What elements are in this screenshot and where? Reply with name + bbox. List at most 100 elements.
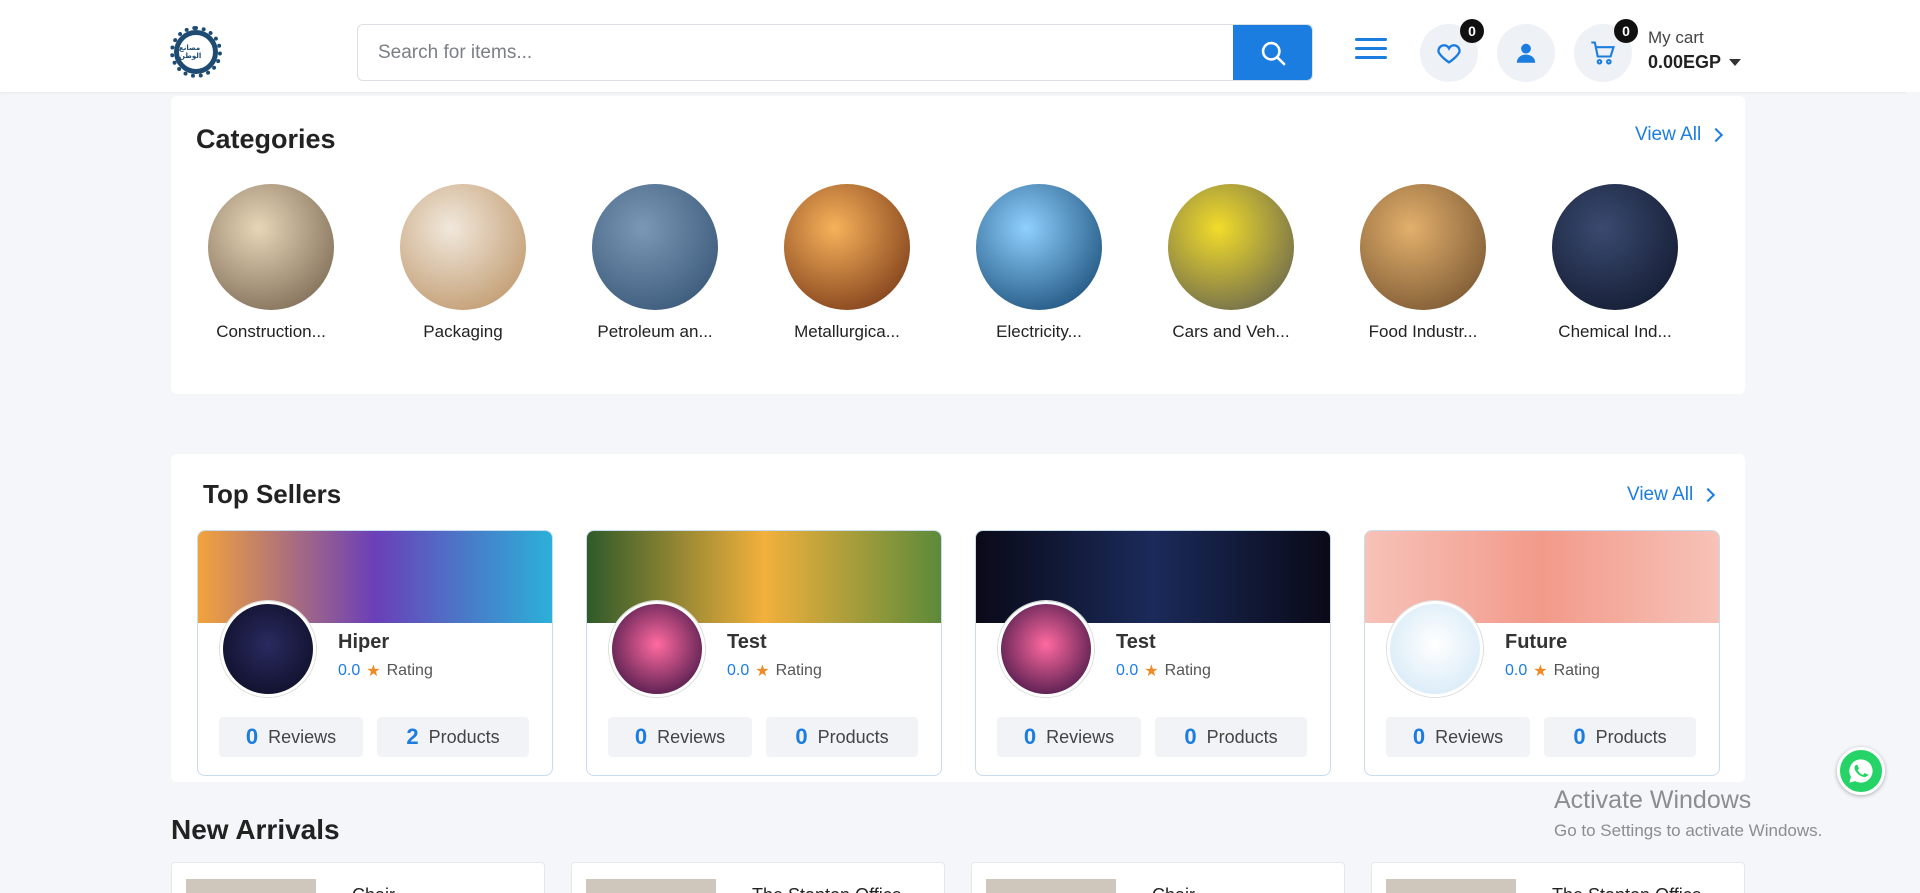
seller-card[interactable]: Future 0.0 ★ Rating 0 Reviews 0 Products	[1364, 530, 1720, 776]
search-input[interactable]	[358, 25, 1234, 80]
seller-avatar	[609, 601, 705, 697]
categories-section: Categories View All Construction... Packa…	[171, 96, 1745, 394]
products-count: 0	[795, 724, 808, 749]
view-all-label: View All	[1627, 484, 1694, 505]
seller-avatar	[1387, 601, 1483, 697]
chevron-right-icon	[1709, 127, 1724, 143]
reviews-label: Reviews	[657, 726, 726, 747]
whatsapp-button[interactable]	[1837, 747, 1885, 795]
heart-icon	[1437, 44, 1461, 64]
top-sellers-view-all[interactable]: View All	[1627, 484, 1716, 506]
product-thumbnail	[1386, 879, 1516, 893]
category-name: Metallurgica...	[794, 322, 900, 341]
products-count: 2	[406, 724, 419, 749]
view-all-label: View All	[1635, 124, 1702, 145]
star-icon: ★	[1533, 663, 1548, 680]
new-arrival-card[interactable]: The Stanton Office	[1371, 862, 1745, 893]
seller-reviews-stat: 0 Reviews	[608, 717, 752, 757]
cart-icon	[1591, 41, 1615, 65]
reviews-label: Reviews	[1435, 726, 1504, 747]
products-label: Products	[428, 726, 500, 747]
cart-count-badge: 0	[1614, 19, 1638, 43]
new-arrivals-title: New Arrivals	[171, 814, 340, 845]
category-item[interactable]: Chemical Ind...	[1535, 184, 1695, 342]
whatsapp-icon	[1849, 759, 1873, 783]
cart-label: My cart	[1648, 28, 1704, 47]
categories-view-all[interactable]: View All	[1635, 124, 1724, 146]
seller-products-stat: 0 Products	[1155, 717, 1307, 757]
search-bar	[357, 24, 1313, 81]
product-name: Chair	[352, 885, 395, 893]
products-count: 0	[1184, 724, 1197, 749]
new-arrival-card[interactable]: The Stanton Office	[571, 862, 945, 893]
seller-card[interactable]: Test 0.0 ★ Rating 0 Reviews 0 Products	[586, 530, 942, 776]
activate-windows-watermark: Activate Windows Go to Settings to activ…	[1554, 786, 1822, 841]
category-name: Petroleum an...	[597, 322, 713, 341]
star-icon: ★	[755, 663, 770, 680]
chevron-right-icon	[1701, 487, 1716, 503]
search-icon	[1261, 41, 1285, 65]
page-scrollbar[interactable]	[1906, 92, 1920, 893]
cart-summary[interactable]: My cart 0.00EGP	[1648, 28, 1742, 73]
seller-name: Future	[1505, 631, 1568, 653]
rating-label: Rating	[1164, 662, 1211, 679]
products-label: Products	[1595, 726, 1667, 747]
wishlist-button[interactable]: 0	[1420, 19, 1484, 82]
reviews-label: Reviews	[1046, 726, 1115, 747]
seller-name: Hiper	[338, 631, 390, 653]
category-item[interactable]: Electricity...	[959, 184, 1119, 342]
account-button[interactable]	[1497, 24, 1555, 82]
category-name: Food Industr...	[1368, 322, 1478, 341]
category-image	[208, 184, 334, 310]
watermark-line2: Go to Settings to activate Windows.	[1554, 821, 1823, 840]
reviews-count: 0	[634, 724, 648, 749]
new-arrival-card[interactable]: Chair	[171, 862, 545, 893]
site-logo[interactable]: مصانع الوطن	[170, 26, 222, 78]
category-image	[784, 184, 910, 310]
reviews-label: Reviews	[268, 726, 337, 747]
seller-rating: 0.0 ★ Rating	[1505, 661, 1600, 681]
category-item[interactable]: Metallurgica...	[767, 184, 927, 342]
category-name: Cars and Veh...	[1172, 322, 1290, 341]
categories-title: Categories	[196, 124, 336, 154]
category-item[interactable]: Packaging	[383, 184, 543, 342]
seller-card[interactable]: Test 0.0 ★ Rating 0 Reviews 0 Products	[975, 530, 1331, 776]
product-name: The Stanton Office	[1552, 885, 1702, 893]
category-item[interactable]: Cars and Veh...	[1151, 184, 1311, 342]
seller-avatar	[998, 601, 1094, 697]
category-item[interactable]: Food Industr...	[1343, 184, 1503, 342]
menu-button[interactable]	[1355, 38, 1387, 66]
search-button[interactable]	[1233, 25, 1312, 80]
cart-button[interactable]: 0	[1574, 19, 1638, 82]
seller-avatar	[220, 601, 316, 697]
seller-products-stat: 0 Products	[766, 717, 918, 757]
caret-down-icon	[1729, 59, 1742, 66]
rating-value: 0.0	[727, 662, 750, 679]
products-count: 0	[1573, 724, 1586, 749]
product-thumbnail	[986, 879, 1116, 893]
category-image	[592, 184, 718, 310]
product-thumbnail	[586, 879, 716, 893]
category-item[interactable]: Construction...	[191, 184, 351, 342]
product-name: The Stanton Office	[752, 885, 902, 893]
category-name: Electricity...	[996, 322, 1082, 341]
rating-label: Rating	[775, 662, 822, 679]
star-icon: ★	[1144, 663, 1159, 680]
category-image	[1360, 184, 1486, 310]
category-item[interactable]: Petroleum an...	[575, 184, 735, 342]
reviews-count: 0	[245, 724, 259, 749]
wishlist-count-badge: 0	[1460, 19, 1484, 43]
user-icon	[1516, 43, 1536, 63]
seller-card[interactable]: Hiper 0.0 ★ Rating 0 Reviews 2 Products	[197, 530, 553, 776]
category-image	[1552, 184, 1678, 310]
rating-value: 0.0	[338, 662, 361, 679]
reviews-count: 0	[1412, 724, 1426, 749]
new-arrival-card[interactable]: Chair	[971, 862, 1345, 893]
rating-label: Rating	[1553, 662, 1600, 679]
seller-name: Test	[727, 631, 767, 653]
category-image	[400, 184, 526, 310]
cart-total-value: 0.00EGP	[1648, 52, 1722, 72]
category-image	[976, 184, 1102, 310]
top-sellers-section: Top Sellers View All Hiper 0.0 ★ Rating 0 Rev…	[171, 454, 1745, 782]
cart-total: 0.00EGP	[1648, 52, 1742, 73]
